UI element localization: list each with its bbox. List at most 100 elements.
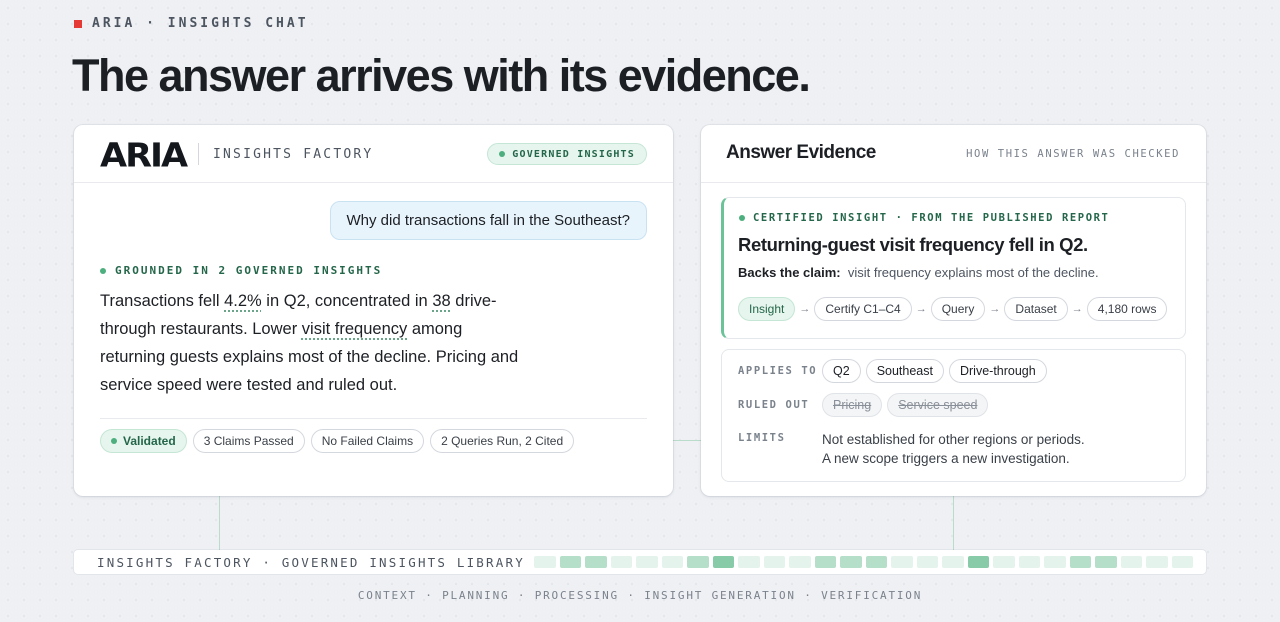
status-dot-icon: [739, 215, 745, 221]
ruled-out-label: RULED OUT: [738, 399, 810, 411]
pipeline-stages: CONTEXT · PLANNING · PROCESSING · INSIGH…: [357, 589, 923, 602]
claims-passed-chip[interactable]: 3 Claims Passed: [192, 429, 305, 453]
arrow-right-icon: →: [915, 303, 927, 315]
library-cells: [534, 556, 1193, 568]
lineage-step-certify[interactable]: Certify C1–C4: [814, 297, 912, 321]
lineage-step-rows[interactable]: 4,180 rows: [1086, 297, 1168, 321]
governed-badge-label: GOVERNED INSIGHTS: [512, 148, 635, 160]
aria-logo: ARIA: [100, 137, 188, 175]
scope-tag: Q2: [822, 359, 861, 383]
ruled-out-tag: Pricing: [822, 393, 883, 417]
library-label: INSIGHTS FACTORY · GOVERNED INSIGHTS LIB…: [97, 555, 525, 570]
ruled-out-tag: Service speed: [887, 393, 989, 417]
limits-text: Not established for other regions or per…: [822, 428, 1085, 468]
evidence-title: Answer Evidence: [726, 142, 876, 163]
library-cell[interactable]: [1095, 556, 1117, 568]
evidence-header: Answer Evidence HOW THIS ANSWER WAS CHEC…: [701, 125, 1206, 183]
applies-to-label: APPLIES TO: [738, 365, 818, 377]
backs-claim-label: Backs the claim:: [738, 265, 841, 280]
evidence-subtitle: HOW THIS ANSWER WAS CHECKED: [966, 148, 1180, 160]
lineage-step-dataset[interactable]: Dataset: [1004, 297, 1068, 321]
library-cell[interactable]: [840, 556, 862, 568]
header-divider: [198, 143, 199, 165]
library-cell[interactable]: [993, 556, 1015, 568]
eyebrow: ARIA · INSIGHTS CHAT: [74, 16, 309, 31]
arrow-right-icon: →: [799, 303, 811, 315]
limits-row: LIMITS Not established for other regions…: [738, 428, 1085, 468]
library-cell[interactable]: [891, 556, 913, 568]
queries-chip[interactable]: 2 Queries Run, 2 Cited: [430, 429, 575, 453]
library-cell[interactable]: [687, 556, 709, 568]
grounded-label: GROUNDED IN 2 GOVERNED INSIGHTS: [100, 264, 382, 277]
chip-label: Validated: [123, 434, 176, 448]
connector-line: [219, 496, 220, 550]
applies-to-row: APPLIES TO Q2 Southeast Drive-through: [738, 359, 1047, 383]
library-cell[interactable]: [534, 556, 556, 568]
library-cell[interactable]: [1146, 556, 1168, 568]
library-cell[interactable]: [1171, 556, 1193, 568]
lineage-trail: Insight → Certify C1–C4 → Query → Datase…: [738, 297, 1168, 321]
library-cell[interactable]: [1044, 556, 1066, 568]
library-cell[interactable]: [712, 556, 734, 568]
eyebrow-text: ARIA · INSIGHTS CHAT: [92, 16, 309, 31]
chat-header: ARIA INSIGHTS FACTORY GOVERNED INSIGHTS: [74, 125, 673, 183]
failed-claims-chip[interactable]: No Failed Claims: [310, 429, 425, 453]
lineage-step-query[interactable]: Query: [930, 297, 986, 321]
library-cell[interactable]: [1018, 556, 1040, 568]
library-cell[interactable]: [916, 556, 938, 568]
library-cell[interactable]: [942, 556, 964, 568]
library-cell[interactable]: [814, 556, 836, 568]
validated-chip[interactable]: Validated: [100, 429, 187, 453]
cited-value-link[interactable]: 38: [432, 292, 450, 310]
arrow-right-icon: →: [1071, 303, 1083, 315]
answer-text: Transactions fell: [100, 292, 225, 310]
governed-insights-badge: GOVERNED INSIGHTS: [487, 143, 647, 165]
ruled-out-tags: Pricing Service speed: [822, 393, 989, 417]
assistant-answer: Transactions fell 4.2% in Q2, concentrat…: [100, 287, 530, 399]
library-cell[interactable]: [585, 556, 607, 568]
library-cell[interactable]: [610, 556, 632, 568]
backs-claim: Backs the claim: visit frequency explain…: [738, 265, 1099, 280]
cited-value-link[interactable]: visit frequency: [302, 320, 407, 338]
library-cell[interactable]: [789, 556, 811, 568]
product-name: INSIGHTS FACTORY: [213, 147, 374, 162]
brand-square-icon: [74, 19, 82, 28]
limits-line: A new scope triggers a new investigation…: [822, 451, 1070, 466]
evidence-panel: Answer Evidence HOW THIS ANSWER WAS CHEC…: [701, 125, 1206, 496]
library-cell[interactable]: [1069, 556, 1091, 568]
cited-value-link[interactable]: 4.2%: [224, 292, 262, 310]
certified-insight-card[interactable]: CERTIFIED INSIGHT · FROM THE PUBLISHED R…: [721, 197, 1186, 339]
lineage-step-insight[interactable]: Insight: [738, 297, 796, 321]
library-cell[interactable]: [1120, 556, 1142, 568]
scope-card: APPLIES TO Q2 Southeast Drive-through RU…: [721, 349, 1186, 482]
user-question-bubble: Why did transactions fall in the Southea…: [329, 201, 647, 240]
library-cell[interactable]: [559, 556, 581, 568]
status-dot-icon: [499, 151, 506, 157]
limits-label: LIMITS: [738, 432, 786, 444]
library-cell[interactable]: [967, 556, 989, 568]
library-cell[interactable]: [661, 556, 683, 568]
chat-panel: ARIA INSIGHTS FACTORY GOVERNED INSIGHTS …: [74, 125, 673, 496]
connector-line: [953, 496, 954, 550]
backs-claim-text: visit frequency explains most of the dec…: [847, 265, 1099, 280]
library-cell[interactable]: [636, 556, 658, 568]
certified-label-text: CERTIFIED INSIGHT · FROM THE PUBLISHED R…: [753, 212, 1110, 224]
scope-tag: Southeast: [865, 359, 944, 383]
arrow-right-icon: →: [989, 303, 1001, 315]
insights-library-bar: INSIGHTS FACTORY · GOVERNED INSIGHTS LIB…: [74, 550, 1206, 574]
limits-line: Not established for other regions or per…: [822, 432, 1085, 447]
insight-title: Returning-guest visit frequency fell in …: [738, 234, 1088, 255]
library-cell[interactable]: [738, 556, 760, 568]
ruled-out-row: RULED OUT Pricing Service speed: [738, 393, 989, 417]
library-cell[interactable]: [865, 556, 887, 568]
scope-tag: Drive-through: [948, 359, 1047, 383]
validation-chips: Validated 3 Claims Passed No Failed Clai…: [100, 429, 575, 453]
divider: [100, 418, 647, 419]
library-cell[interactable]: [763, 556, 785, 568]
grounded-text: GROUNDED IN 2 GOVERNED INSIGHTS: [115, 264, 383, 277]
page-headline: The answer arrives with its evidence.: [72, 50, 811, 101]
answer-text: in Q2, concentrated in: [261, 292, 433, 310]
status-dot-icon: [100, 267, 106, 274]
certified-label: CERTIFIED INSIGHT · FROM THE PUBLISHED R…: [739, 212, 1109, 224]
status-dot-icon: [111, 438, 117, 444]
